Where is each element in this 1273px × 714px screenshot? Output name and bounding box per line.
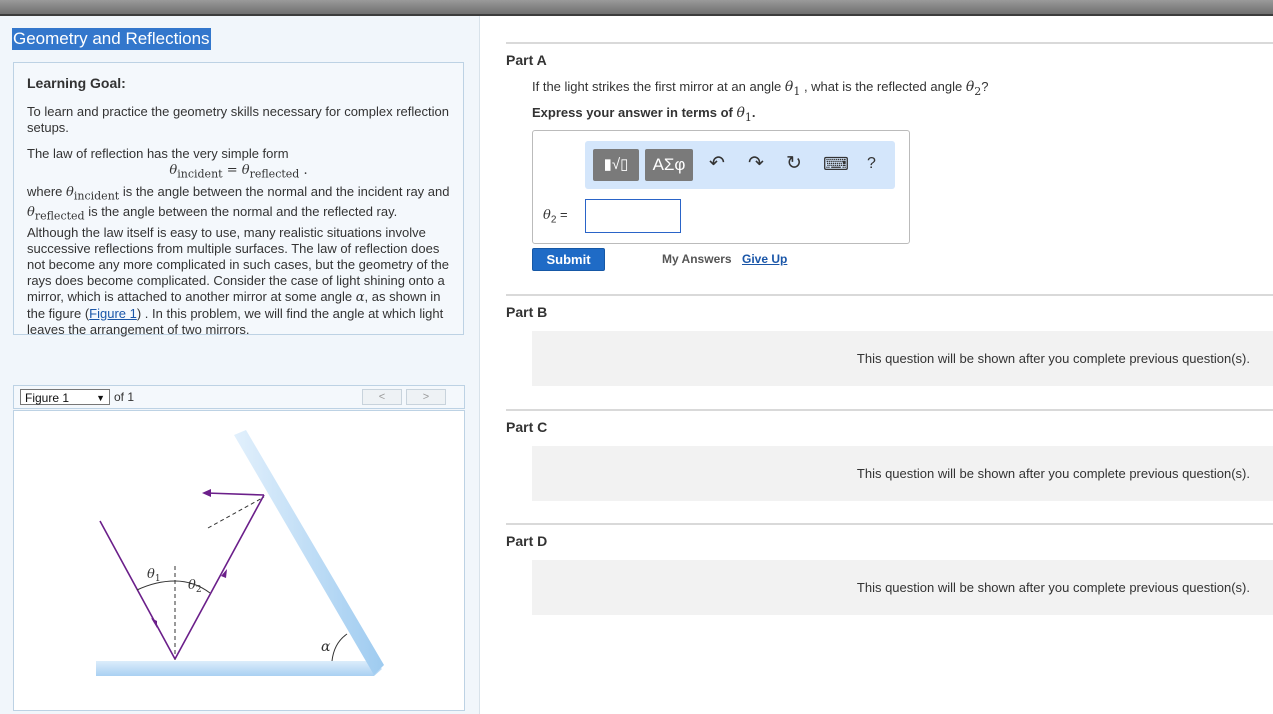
figure-link[interactable]: Figure 1 bbox=[89, 306, 137, 321]
alpha-arc bbox=[331, 633, 348, 662]
law-of-reflection-equation: θincident = θreflected . bbox=[27, 162, 450, 184]
learning-goal-text: To learn and practice the geometry skill… bbox=[27, 104, 449, 135]
previous-figure-button[interactable]: < bbox=[362, 389, 402, 405]
left-panel: Geometry and Reflections Learning Goal: … bbox=[0, 16, 480, 714]
eq-sub-reflected: reflected bbox=[249, 167, 300, 181]
reflected-ray bbox=[174, 494, 265, 660]
give-up-link[interactable]: Give Up bbox=[742, 252, 787, 266]
text-span: If the light strikes the first mirror at… bbox=[532, 79, 785, 94]
learning-goal-box: Learning Goal: To learn and practice the… bbox=[13, 62, 464, 338]
answer-box: ▮√▯ ΑΣφ ↶ ↷ ↻ ⌨ ? θ2 = bbox=[532, 130, 910, 244]
part-d-locked-panel: This question will be shown after you co… bbox=[532, 560, 1273, 615]
incident-arrow-icon bbox=[151, 618, 157, 628]
bottom-mirror bbox=[96, 661, 382, 676]
answer-input[interactable] bbox=[585, 199, 681, 233]
sub-reflected: reflected bbox=[34, 209, 85, 223]
tilted-mirror bbox=[234, 430, 384, 675]
part-d-divider bbox=[506, 523, 1273, 525]
theta-char: θ bbox=[965, 79, 975, 95]
math-toolbar: ▮√▯ ΑΣφ ↶ ↷ ↻ ⌨ ? bbox=[585, 141, 895, 189]
text-span: Express your answer in terms of bbox=[532, 105, 737, 120]
outgoing-arrow-icon bbox=[202, 489, 211, 497]
eq-equals: = bbox=[222, 163, 242, 178]
figure-select-value: Figure 1 bbox=[25, 391, 70, 405]
alpha-label: α bbox=[321, 639, 331, 655]
eq-theta: θ bbox=[241, 163, 250, 178]
next-figure-button[interactable]: > bbox=[406, 389, 446, 405]
part-d-locked-message: This question will be shown after you co… bbox=[856, 580, 1250, 595]
problem-title: Geometry and Reflections bbox=[12, 28, 211, 50]
theta-char: θ bbox=[27, 205, 35, 221]
greek-symbols-button[interactable]: ΑΣφ bbox=[645, 149, 693, 181]
theta1-symbol: θ1 bbox=[736, 105, 752, 124]
dropdown-arrow-icon: ▼ bbox=[96, 393, 105, 403]
theta2-label: θ2 bbox=[188, 578, 202, 595]
part-b-locked-message: This question will be shown after you co… bbox=[856, 351, 1250, 366]
theta1-label: θ1 bbox=[147, 567, 161, 584]
part-d-label: Part D bbox=[506, 533, 548, 549]
top-bar bbox=[0, 0, 1273, 16]
figure-panel: θ1 θ2 α bbox=[13, 410, 465, 711]
learning-goal-heading: Learning Goal: bbox=[27, 75, 126, 91]
keyboard-icon[interactable]: ⌨ bbox=[823, 153, 849, 175]
text-span: where bbox=[27, 183, 67, 199]
submit-button[interactable]: Submit bbox=[532, 248, 605, 271]
figure-navigation-bar: Figure 1 ▼ of 1 < > bbox=[13, 385, 465, 409]
eq-sub-incident: incident bbox=[177, 167, 223, 181]
law-intro: The law of reflection has the very simpl… bbox=[27, 146, 289, 161]
part-a-question: If the light strikes the first mirror at… bbox=[532, 79, 988, 98]
figure-select[interactable]: Figure 1 ▼ bbox=[20, 389, 110, 405]
part-b-divider bbox=[506, 294, 1273, 296]
equals-sign: = bbox=[556, 207, 568, 222]
part-b-label: Part B bbox=[506, 304, 548, 320]
theta1-symbol: θ1 bbox=[785, 79, 800, 98]
redo-icon[interactable]: ↷ bbox=[748, 153, 764, 175]
part-b-locked-panel: This question will be shown after you co… bbox=[532, 331, 1273, 386]
part-c-divider bbox=[506, 409, 1273, 411]
theta-symbol: θincident bbox=[66, 184, 120, 203]
text-span: , what is the reflected angle bbox=[800, 79, 966, 94]
theta-char: θ bbox=[543, 208, 551, 223]
alpha-symbol: α bbox=[355, 289, 365, 305]
text-span: . bbox=[751, 105, 756, 120]
sub-incident: incident bbox=[73, 189, 120, 203]
second-normal-line bbox=[207, 496, 265, 529]
answer-label: θ2 = bbox=[543, 207, 568, 226]
theta-char: θ bbox=[66, 184, 74, 200]
outgoing-ray bbox=[205, 492, 265, 496]
undo-icon[interactable]: ↶ bbox=[709, 153, 725, 175]
theta-symbol: θreflected bbox=[27, 205, 85, 223]
eq-end: . bbox=[299, 163, 308, 178]
text-span: ? bbox=[981, 79, 989, 94]
help-icon[interactable]: ? bbox=[867, 153, 876, 175]
right-panel: Part A If the light strikes the first mi… bbox=[480, 16, 1273, 714]
law-explanation: where θincident is the angle between the… bbox=[27, 184, 450, 338]
templates-button[interactable]: ▮√▯ bbox=[593, 149, 639, 181]
sub-1: 1 bbox=[744, 110, 752, 124]
two-mirror-diagram: θ1 θ2 α bbox=[96, 430, 384, 676]
theta2-symbol: θ2 bbox=[965, 79, 981, 98]
part-a-instruction: Express your answer in terms of θ1. bbox=[532, 105, 756, 124]
part-c-locked-message: This question will be shown after you co… bbox=[856, 466, 1250, 481]
figure-count: of 1 bbox=[114, 390, 135, 404]
part-c-locked-panel: This question will be shown after you co… bbox=[532, 446, 1273, 501]
theta-char: θ bbox=[736, 105, 745, 121]
part-a-divider bbox=[506, 42, 1273, 44]
part-c-label: Part C bbox=[506, 419, 548, 435]
part-a-label: Part A bbox=[506, 52, 547, 68]
text-span: is the angle between the normal and the … bbox=[119, 183, 450, 199]
my-answers-link[interactable]: My Answers bbox=[662, 252, 732, 266]
reset-icon[interactable]: ↻ bbox=[786, 153, 802, 175]
